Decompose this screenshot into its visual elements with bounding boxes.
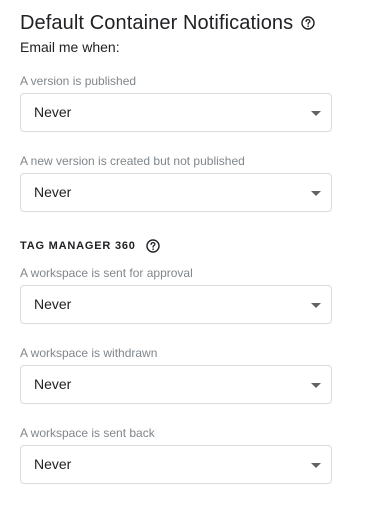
section-heading: TAG MANAGER 360 [20, 240, 136, 252]
dropdown-arrow-icon [311, 191, 321, 196]
dropdown-arrow-icon [311, 303, 321, 308]
workspace-sent-for-approval-select[interactable]: Never [20, 285, 332, 324]
workspace-sent-for-approval-label: A workspace is sent for approval [20, 266, 193, 280]
select-value: Never [34, 456, 72, 472]
dropdown-arrow-icon [311, 383, 321, 388]
workspace-withdrawn-select[interactable]: Never [20, 365, 332, 404]
workspace-withdrawn-label: A workspace is withdrawn [20, 346, 158, 360]
page-title: Default Container Notifications [20, 11, 294, 34]
tag-manager-360-section: TAG MANAGER 360 [20, 237, 160, 255]
help-circle-icon[interactable] [301, 16, 315, 30]
email-me-when-label: Email me when: [20, 39, 120, 55]
help-circle-icon[interactable] [146, 239, 160, 253]
workspace-sent-back-select[interactable]: Never [20, 445, 332, 484]
dropdown-arrow-icon [311, 463, 321, 468]
select-value: Never [34, 296, 72, 312]
title-row: Default Container Notifications [20, 9, 315, 37]
version-published-label: A version is published [20, 74, 137, 88]
select-value: Never [34, 104, 72, 120]
version-published-select[interactable]: Never [20, 93, 332, 132]
select-value: Never [34, 376, 72, 392]
version-created-select[interactable]: Never [20, 173, 332, 212]
version-created-label: A new version is created but not publish… [20, 154, 245, 168]
dropdown-arrow-icon [311, 111, 321, 116]
workspace-sent-back-label: A workspace is sent back [20, 426, 155, 440]
select-value: Never [34, 184, 72, 200]
